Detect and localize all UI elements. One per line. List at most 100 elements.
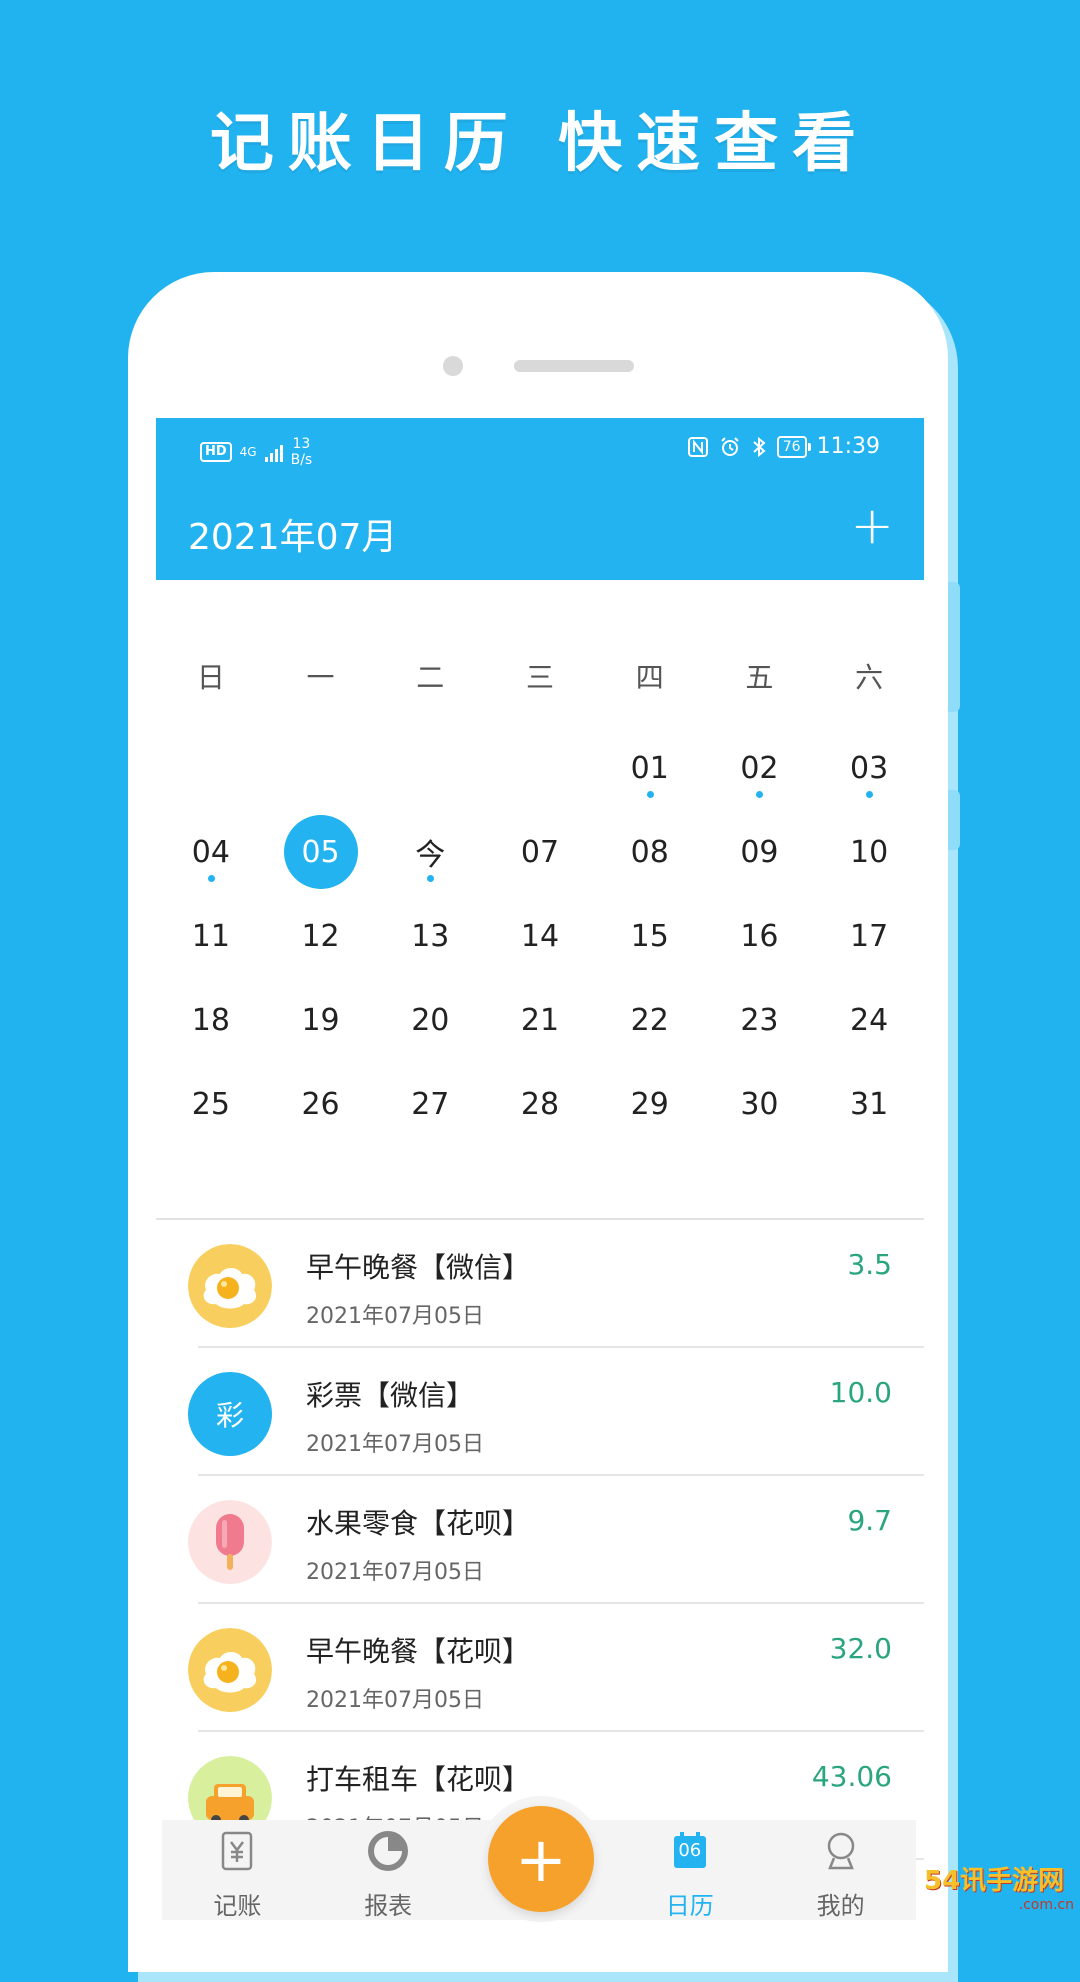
- calendar-day[interactable]: 30: [705, 1062, 815, 1146]
- site-watermark: 54讯手游网 .com.cn: [924, 1860, 1074, 1916]
- net-speed: 13 B/s: [291, 436, 313, 468]
- tab-chart[interactable]: 报表: [313, 1820, 464, 1920]
- calendar-day-number: 26: [301, 1087, 339, 1122]
- calendar-day[interactable]: 24: [814, 978, 924, 1062]
- status-bar-left: HD 4G 13 B/s: [200, 436, 312, 468]
- app-header: HD 4G 13 B/s 76 11:39 2021年07月 +: [156, 418, 924, 580]
- status-time: 11:39: [817, 434, 880, 459]
- transaction-date: 2021年07月05日: [306, 1298, 484, 1330]
- calendar-day-number: 31: [850, 1087, 888, 1122]
- calendar-day[interactable]: 16: [705, 894, 815, 978]
- calendar-day-number: 18: [192, 1003, 230, 1038]
- calendar-day-number: 07: [521, 835, 559, 870]
- popsicle-icon: [188, 1500, 272, 1584]
- nfc-icon: [687, 436, 709, 458]
- profile-icon: [818, 1828, 864, 1886]
- calendar-day[interactable]: 今: [375, 810, 485, 894]
- plus-icon[interactable]: +: [850, 504, 894, 548]
- watermark-sub: .com.cn: [924, 1897, 1074, 1913]
- calendar-day-number: 今: [415, 830, 445, 874]
- transaction-list: 早午晚餐【微信】2021年07月05日3.5 彩彩票【微信】 2021年07月05日…: [156, 1218, 924, 1860]
- calendar-day[interactable]: 02: [705, 726, 815, 810]
- calendar-day[interactable]: 10: [814, 810, 924, 894]
- transaction-row[interactable]: 早午晚餐【微信】2021年07月05日3.5: [156, 1220, 924, 1348]
- calendar-day[interactable]: 23: [705, 978, 815, 1062]
- transaction-amount: 32.0: [830, 1632, 892, 1665]
- hd-badge: HD: [200, 442, 232, 462]
- calendar-day-number: 03: [850, 751, 888, 786]
- calendar-day-number: 23: [740, 1003, 778, 1038]
- phone-side-button: [948, 582, 960, 712]
- weekday-label: 三: [485, 656, 595, 696]
- transaction-row[interactable]: 彩彩票【微信】2021年07月05日10.0: [156, 1348, 924, 1476]
- transaction-date: 2021年07月05日: [306, 1554, 484, 1586]
- lottery-icon: 彩: [188, 1372, 272, 1456]
- transaction-title: 彩票【微信】: [306, 1374, 474, 1414]
- transaction-title: 早午晚餐【花呗】: [306, 1630, 530, 1670]
- tab-calendar[interactable]: 06日历: [614, 1820, 765, 1920]
- calendar-day[interactable]: 01: [595, 726, 705, 810]
- transaction-date: 2021年07月05日: [306, 1426, 484, 1458]
- calendar-day-number: 12: [301, 919, 339, 954]
- transaction-amount: 9.7: [847, 1504, 892, 1537]
- calendar-day[interactable]: 22: [595, 978, 705, 1062]
- month-title[interactable]: 2021年07月: [188, 508, 397, 560]
- camera-dot: [443, 356, 463, 376]
- weekday-label: 一: [266, 656, 376, 696]
- calendar-day[interactable]: 15: [595, 894, 705, 978]
- calendar-grid: 0102 03 0405 今 07 0809 10 11 12 131415 16 17 18 19 20 2…: [156, 726, 924, 1146]
- transaction-amount: 43.06: [812, 1760, 892, 1793]
- weekday-label: 四: [595, 656, 705, 696]
- calendar-day-number: 19: [301, 1003, 339, 1038]
- calendar-icon: 06: [667, 1828, 713, 1886]
- egg-icon: [188, 1628, 272, 1712]
- calendar-empty-cell: [485, 726, 595, 810]
- calendar-day-number: 25: [192, 1087, 230, 1122]
- tab-label: 我的: [817, 1886, 865, 1921]
- calendar-day[interactable]: 18: [156, 978, 266, 1062]
- calendar-day[interactable]: 28: [485, 1062, 595, 1146]
- record-indicator-dot: [866, 791, 873, 798]
- calendar-day[interactable]: 29: [595, 1062, 705, 1146]
- phone-side-button: [948, 790, 960, 850]
- calendar-day-number: 20: [411, 1003, 449, 1038]
- calendar-day[interactable]: 03: [814, 726, 924, 810]
- calendar-day[interactable]: 12: [266, 894, 376, 978]
- calendar-day[interactable]: 20: [375, 978, 485, 1062]
- calendar-day-number: 10: [850, 835, 888, 870]
- calendar-day-number: 16: [740, 919, 778, 954]
- calendar-day[interactable]: 04: [156, 810, 266, 894]
- calendar-day[interactable]: 11: [156, 894, 266, 978]
- calendar-day[interactable]: 07: [485, 810, 595, 894]
- tab-ledger[interactable]: 记账: [162, 1820, 313, 1920]
- calendar-day[interactable]: 14: [485, 894, 595, 978]
- bluetooth-icon: [751, 436, 767, 458]
- calendar-day[interactable]: 13: [375, 894, 485, 978]
- calendar-day[interactable]: 09: [705, 810, 815, 894]
- calendar-day[interactable]: 26: [266, 1062, 376, 1146]
- transaction-date: 2021年07月05日: [306, 1682, 484, 1714]
- add-record-button[interactable]: +: [488, 1806, 594, 1912]
- signal-icon: [265, 442, 283, 462]
- calendar-day[interactable]: 19: [266, 978, 376, 1062]
- calendar-day[interactable]: 31: [814, 1062, 924, 1146]
- calendar-day[interactable]: 25: [156, 1062, 266, 1146]
- transaction-row[interactable]: 早午晚餐【花呗】 2021年07月05日 32.0: [156, 1604, 924, 1732]
- weekday-label: 日: [156, 656, 266, 696]
- calendar-day[interactable]: 08: [595, 810, 705, 894]
- calendar-day-number: 29: [631, 1087, 669, 1122]
- promo-title: 记账日历 快速查看: [0, 92, 1080, 184]
- speaker-slot: [514, 360, 634, 372]
- chart-icon: [365, 1828, 411, 1886]
- calendar-day[interactable]: 21: [485, 978, 595, 1062]
- calendar-day[interactable]: 27: [375, 1062, 485, 1146]
- calendar-day[interactable]: 05: [266, 810, 376, 894]
- calendar-day[interactable]: 17: [814, 894, 924, 978]
- record-indicator-dot: [756, 791, 763, 798]
- tab-label: 报表: [364, 1886, 412, 1921]
- battery-icon: 76: [777, 436, 807, 458]
- tab-profile[interactable]: 我的: [765, 1820, 916, 1920]
- calendar-day-number: 21: [521, 1003, 559, 1038]
- record-indicator-dot: [427, 875, 434, 882]
- transaction-row[interactable]: 水果零食【花呗】2021年07月05日9.7: [156, 1476, 924, 1604]
